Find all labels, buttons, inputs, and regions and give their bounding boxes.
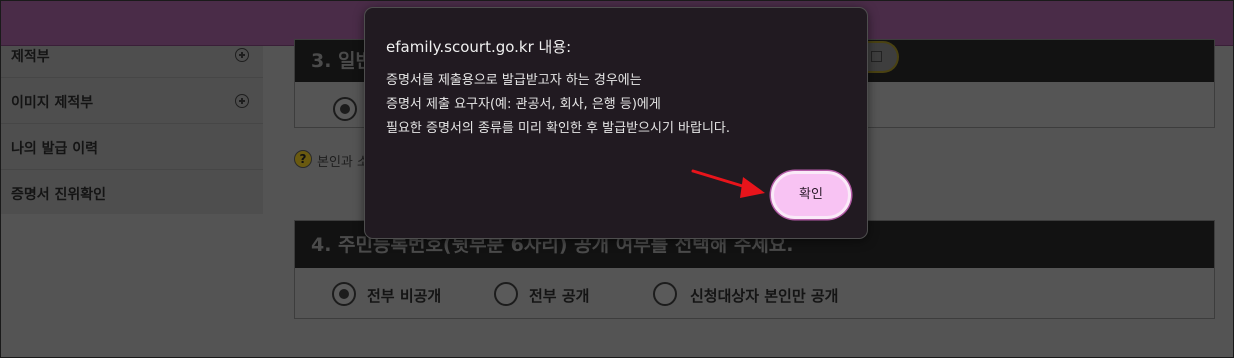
sidebar-item-label: 증명서 진위확인	[11, 187, 107, 203]
external-link-icon	[871, 51, 882, 62]
sidebar-item-label: 제적부	[11, 49, 50, 65]
question-circle-icon: ?	[294, 150, 312, 168]
plus-circle-icon[interactable]	[235, 94, 249, 108]
sidebar-item-label: 이미지 제적부	[11, 95, 94, 111]
dialog-message-line: 증명서를 제출용으로 발급받고자 하는 경우에는	[386, 73, 642, 88]
radio-applicant-only-label[interactable]: 신청대상자 본인만 공개	[690, 285, 838, 306]
sidebar-item-image-jejeokbu[interactable]: 이미지 제적부	[1, 78, 263, 124]
section-3-radio[interactable]	[333, 97, 357, 121]
sidebar-menu: 제적부 이미지 제적부 나의 발급 이력 증명서 진위확인	[1, 46, 263, 214]
radio-all-public[interactable]	[494, 282, 518, 306]
dialog-message-line: 증명서 제출 요구자(예: 관공서, 회사, 은행 등)에게	[386, 97, 661, 112]
dialog-title: efamily.scourt.go.kr 내용:	[386, 38, 572, 56]
alert-dialog: efamily.scourt.go.kr 내용: 증명서를 제출용으로 발급받고…	[364, 7, 868, 239]
sidebar-item-jejeokbu[interactable]: 제적부	[1, 32, 263, 78]
sidebar-item-issue-history[interactable]: 나의 발급 이력	[1, 124, 263, 170]
ok-button[interactable]: 확인	[771, 171, 851, 219]
red-arrow-annotation	[691, 169, 765, 198]
sidebar-item-label: 나의 발급 이력	[11, 141, 99, 157]
plus-circle-icon[interactable]	[235, 48, 249, 62]
dialog-message-line: 필요한 증명서의 종류를 미리 확인한 후 발급받으시기 바랍니다.	[386, 121, 731, 136]
radio-all-private-label[interactable]: 전부 비공개	[367, 285, 441, 306]
radio-all-public-label[interactable]: 전부 공개	[529, 285, 589, 306]
radio-applicant-only[interactable]	[653, 282, 677, 306]
radio-all-private[interactable]	[332, 282, 356, 306]
browser-viewport: 제적부 이미지 제적부 나의 발급 이력 증명서 진위확인 3. 일반 ? 본인…	[0, 0, 1234, 358]
sidebar-item-verify[interactable]: 증명서 진위확인	[1, 170, 263, 216]
help-note: 본인과 소	[317, 155, 369, 170]
